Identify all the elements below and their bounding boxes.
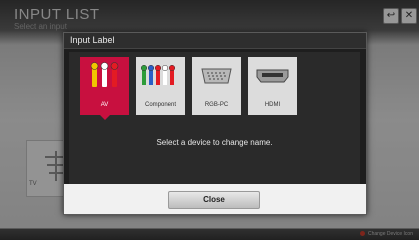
input-tile-rgb-pc[interactable]: RGB-PC bbox=[192, 57, 241, 115]
selection-pointer bbox=[100, 115, 110, 120]
tile-label: AV bbox=[100, 102, 109, 108]
input-tile-component[interactable]: Component bbox=[136, 57, 185, 115]
tile-label: RGB-PC bbox=[204, 102, 229, 108]
tile-label: HDMI bbox=[264, 102, 281, 108]
dialog-footer: Close bbox=[64, 184, 366, 214]
component-cable-icon bbox=[140, 64, 176, 85]
instruction-text: Select a device to change name. bbox=[156, 138, 273, 147]
rca-av-cable-icon bbox=[90, 62, 119, 87]
dialog-title-bar: Input Label bbox=[64, 33, 366, 49]
tile-label: Component bbox=[144, 102, 177, 108]
dialog-title: Input Label bbox=[70, 35, 115, 45]
input-tile-av[interactable]: AV bbox=[80, 57, 129, 120]
vga-port-icon bbox=[201, 68, 232, 84]
input-label-dialog: Input Label AV Component RGB-PC HDMI Sel… bbox=[63, 32, 367, 215]
close-button[interactable]: Close bbox=[168, 191, 260, 209]
dialog-body: AV Component RGB-PC HDMI Select a device… bbox=[69, 52, 360, 184]
hdmi-port-icon bbox=[256, 69, 289, 83]
input-tile-hdmi[interactable]: HDMI bbox=[248, 57, 297, 115]
